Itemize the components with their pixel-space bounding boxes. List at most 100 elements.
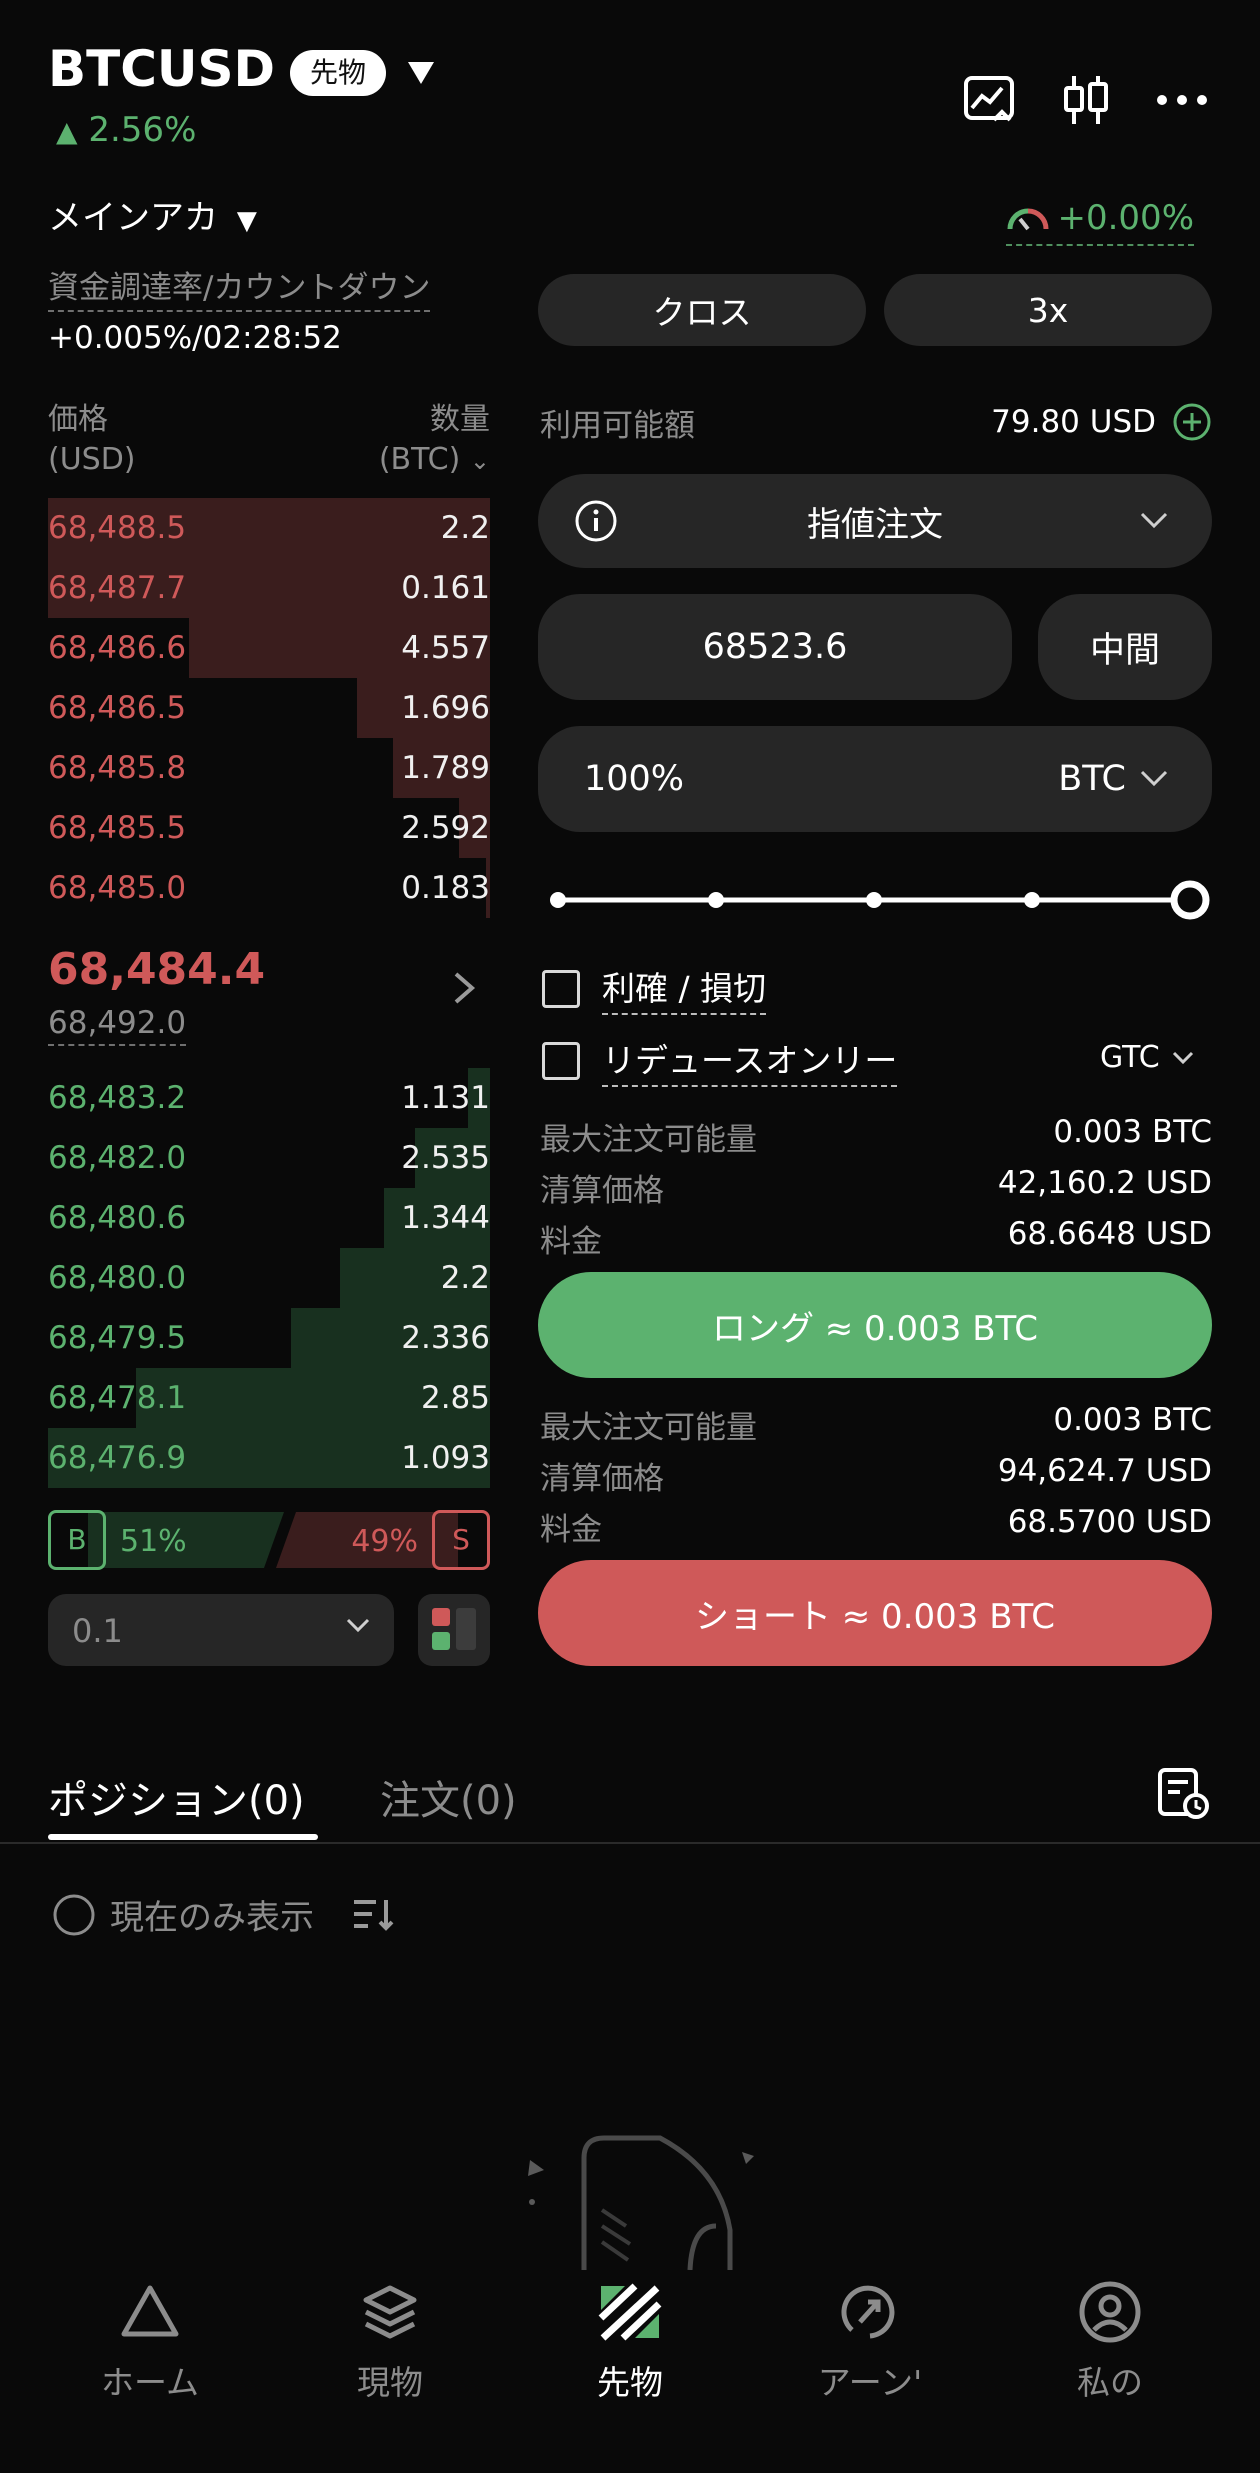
nav-me-label: 私の — [1077, 2363, 1143, 2402]
tp-sl-label: 利確 / 損切 — [602, 962, 767, 1015]
bid-price: 68,482.0 — [48, 1140, 187, 1176]
info-icon[interactable] — [574, 499, 618, 543]
tab-orders[interactable]: 注文(0) — [380, 1768, 517, 1826]
available-value: 79.80 USD — [991, 404, 1156, 440]
bid-price: 68,483.2 — [48, 1080, 187, 1116]
bid-price: 68,478.1 — [48, 1380, 187, 1416]
bid-row[interactable]: 68,480.0 2.2 — [48, 1248, 490, 1308]
long-max-row: 最大注文可能量 0.003 BTC — [540, 1114, 1212, 1159]
long-max-label: 最大注文可能量 — [540, 1122, 757, 1158]
bid-qty: 1.131 — [401, 1080, 490, 1116]
bid-row[interactable]: 68,476.9 1.093 — [48, 1428, 490, 1488]
bid-price: 68,476.9 — [48, 1440, 187, 1476]
sort-icon[interactable] — [352, 1896, 396, 1932]
order-history-icon[interactable] — [1154, 1764, 1212, 1822]
tab-divider — [0, 1842, 1260, 1844]
time-in-force-select[interactable]: GTC — [1100, 1040, 1194, 1075]
tab-positions[interactable]: ポジション(0) — [48, 1768, 305, 1826]
funding-rate-value: +0.005%/02:28:52 — [48, 320, 342, 356]
bid-row[interactable]: 68,483.2 1.131 — [48, 1068, 490, 1128]
bid-qty: 1.344 — [401, 1200, 490, 1236]
long-liq-row: 清算価格 42,160.2 USD — [540, 1165, 1212, 1210]
ask-row[interactable]: 68,485.0 0.183 — [48, 858, 490, 918]
price-change: ▲ 2.56% — [56, 110, 196, 150]
reduce-only-box[interactable] — [542, 1041, 580, 1080]
chevron-right-icon[interactable] — [452, 970, 476, 1006]
gauge-icon — [1006, 203, 1050, 233]
futures-badge: 先物 — [290, 50, 387, 96]
symbol-title[interactable]: BTCUSD — [48, 40, 275, 98]
orderbook-layout-toggle[interactable] — [418, 1594, 490, 1666]
funding-rate-label[interactable]: 資金調達率/カウントダウン — [48, 262, 431, 312]
account-selector[interactable]: メインアカ ▼ — [48, 190, 257, 239]
bid-row[interactable]: 68,480.6 1.344 — [48, 1188, 490, 1248]
quantity-slider[interactable] — [548, 878, 1212, 922]
home-icon — [121, 2285, 179, 2337]
ask-qty: 2.2 — [440, 510, 490, 546]
ask-price: 68,488.5 — [48, 510, 187, 546]
ask-row[interactable]: 68,485.5 2.592 — [48, 798, 490, 858]
sell-badge: S — [432, 1510, 490, 1570]
ask-price: 68,486.6 — [48, 630, 187, 666]
margin-mode-button[interactable]: クロス — [538, 274, 866, 346]
ask-row[interactable]: 68,485.8 1.789 — [48, 738, 490, 798]
add-funds-icon[interactable] — [1172, 402, 1212, 442]
bid-qty: 2.2 — [440, 1260, 490, 1296]
more-icon[interactable] — [1152, 70, 1212, 130]
mid-price-button[interactable]: 中間 — [1038, 594, 1212, 700]
chart-icon[interactable] — [960, 70, 1020, 130]
nav-futures-label: 先物 — [597, 2363, 663, 2402]
ask-price: 68,485.8 — [48, 750, 187, 786]
profile-icon — [1079, 2281, 1141, 2343]
ask-row[interactable]: 68,487.7 0.161 — [48, 558, 490, 618]
precision-select[interactable]: 0.1 — [48, 1594, 394, 1666]
quantity-input[interactable]: 100% BTC — [538, 726, 1212, 832]
pnl-gauge[interactable]: +0.00% — [1005, 198, 1195, 246]
last-price: 68,484.4 — [48, 944, 266, 995]
leverage-button[interactable]: 3x — [884, 274, 1212, 346]
orderbook-qty-header[interactable]: 数量 (BTC) ⌄ — [300, 400, 490, 481]
long-button[interactable]: ロング ≈ 0.003 BTC — [538, 1272, 1212, 1378]
buy-sell-ratio: B 51% 49% S — [48, 1510, 490, 1570]
price-input[interactable]: 68523.6 — [538, 594, 1012, 700]
nav-me[interactable]: 私の — [1025, 2280, 1195, 2404]
candlestick-icon[interactable] — [1056, 70, 1116, 130]
radio-icon[interactable] — [52, 1893, 96, 1937]
ask-row[interactable]: 68,486.6 4.557 — [48, 618, 490, 678]
bid-row[interactable]: 68,482.0 2.535 — [48, 1128, 490, 1188]
short-liq-row: 清算価格 94,624.7 USD — [540, 1453, 1212, 1498]
reduce-only-label: リデュースオンリー — [602, 1034, 898, 1087]
short-button[interactable]: ショート ≈ 0.003 BTC — [538, 1560, 1212, 1666]
short-fee-label: 料金 — [540, 1512, 602, 1548]
bid-qty: 2.85 — [420, 1380, 490, 1416]
buy-badge: B — [48, 1510, 106, 1570]
current-only-toggle[interactable]: 現在のみ表示 — [52, 1890, 314, 1939]
nav-earn[interactable]: アーン' — [785, 2280, 955, 2404]
bid-row[interactable]: 68,479.5 2.336 — [48, 1308, 490, 1368]
nav-earn-label: アーン' — [817, 2363, 923, 2402]
nav-spot-label: 現物 — [357, 2363, 423, 2402]
quantity-value: 100% — [584, 759, 685, 799]
qty-unit-label: (BTC) — [378, 442, 461, 477]
order-type-select[interactable]: 指値注文 — [538, 474, 1212, 568]
ask-row[interactable]: 68,486.5 1.696 — [48, 678, 490, 738]
ask-qty: 1.696 — [401, 690, 490, 726]
gauge-value: +0.00% — [1057, 198, 1195, 238]
symbol-dropdown-icon[interactable] — [406, 60, 436, 86]
active-tab-indicator — [48, 1834, 318, 1840]
qty-header-label: 数量 — [430, 402, 490, 437]
short-liq-value: 94,624.7 USD — [997, 1453, 1212, 1489]
reduce-only-checkbox[interactable]: リデュースオンリー — [542, 1034, 898, 1087]
ask-row[interactable]: 68,488.5 2.2 — [48, 498, 490, 558]
nav-spot[interactable]: 現物 — [305, 2280, 475, 2404]
mark-price[interactable]: 68,492.0 — [48, 1005, 187, 1046]
available-label: 利用可能額 — [540, 407, 695, 444]
nav-futures[interactable]: 先物 — [545, 2280, 715, 2404]
chevron-down-icon — [346, 1618, 370, 1634]
bid-row[interactable]: 68,478.1 2.85 — [48, 1368, 490, 1428]
tp-sl-box[interactable] — [542, 969, 580, 1008]
short-max-value: 0.003 BTC — [1053, 1402, 1212, 1438]
tp-sl-checkbox[interactable]: 利確 / 損切 — [542, 962, 767, 1015]
nav-home[interactable]: ホーム — [65, 2280, 235, 2404]
tif-value: GTC — [1100, 1040, 1160, 1075]
